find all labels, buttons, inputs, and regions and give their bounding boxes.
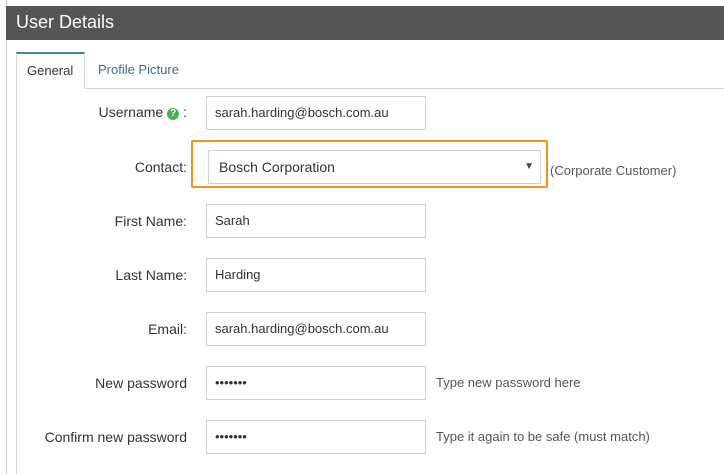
confirm-password-hint: Type it again to be safe (must match) xyxy=(436,429,650,444)
confirm-password-field[interactable]: ••••••• xyxy=(206,420,426,454)
email-field[interactable]: sarah.harding@bosch.com.au xyxy=(206,312,426,346)
username-label-colon: : xyxy=(183,104,187,120)
contact-select[interactable]: Bosch Corporation ▼ xyxy=(208,150,541,184)
panel-title: User Details xyxy=(16,12,115,32)
contact-note: (Corporate Customer) xyxy=(550,163,677,178)
email-label: Email: xyxy=(148,321,187,337)
first-name-field[interactable]: Sarah xyxy=(206,204,426,238)
new-password-field[interactable]: ••••••• xyxy=(206,366,426,400)
new-password-label: New password xyxy=(95,375,187,391)
contact-selected-value: Bosch Corporation xyxy=(219,159,335,175)
chevron-down-icon: ▼ xyxy=(524,161,534,172)
new-password-hint: Type new password here xyxy=(436,375,581,390)
question-circle-icon[interactable]: ? xyxy=(167,108,180,120)
username-field[interactable]: sarah.harding@bosch.com.au xyxy=(206,96,426,130)
last-name-field[interactable]: Harding xyxy=(206,258,426,292)
contact-label: Contact: xyxy=(134,159,187,175)
confirm-password-label: Confirm new password xyxy=(44,429,187,445)
tab-general[interactable]: General xyxy=(16,52,85,89)
first-name-label: First Name: xyxy=(114,213,187,229)
username-label: Username? : xyxy=(99,104,187,120)
username-label-text: Username xyxy=(98,104,164,120)
tab-profile-picture[interactable]: Profile Picture xyxy=(88,52,189,89)
last-name-label: Last Name: xyxy=(115,267,187,283)
panel-header: User Details xyxy=(6,6,724,40)
